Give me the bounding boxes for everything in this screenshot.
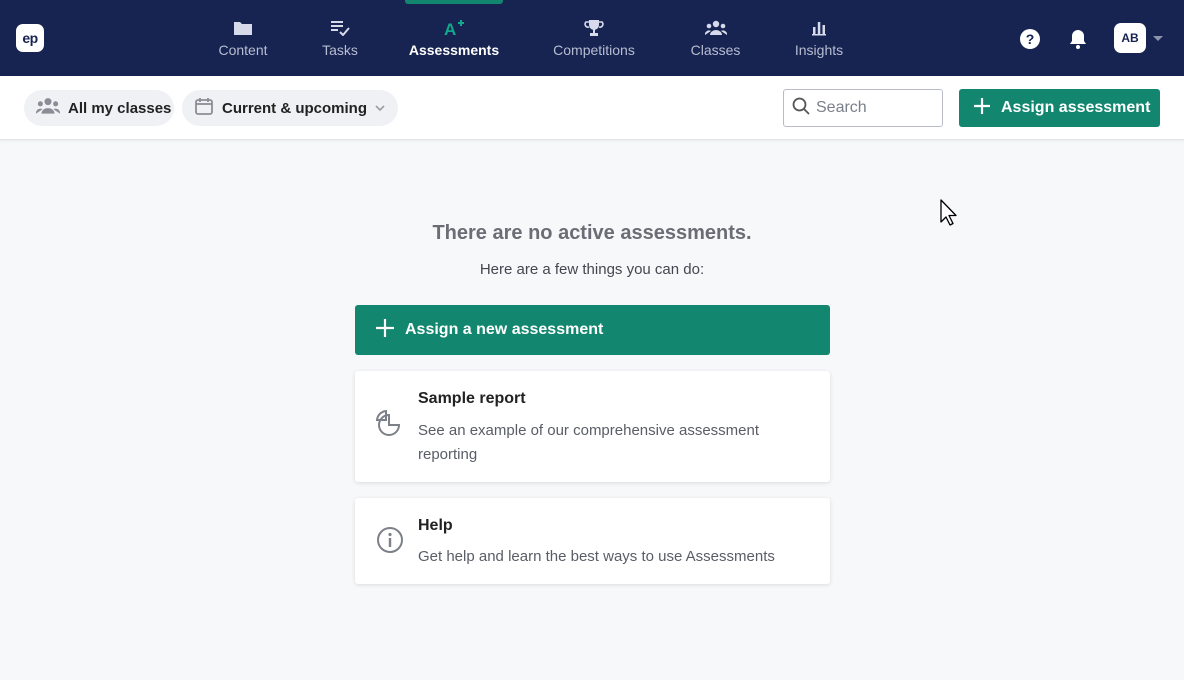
sample-report-card[interactable]: Sample report See an example of our comp… <box>355 371 830 482</box>
search-field[interactable] <box>783 89 943 127</box>
nav-item-classes[interactable]: Classes <box>690 0 741 76</box>
pie-chart-icon <box>375 409 405 439</box>
svg-text:A: A <box>444 20 456 37</box>
nav-item-insights[interactable]: Insights <box>794 0 844 76</box>
chevron-down-icon <box>375 99 385 117</box>
class-filter-label: All my classes <box>68 99 172 117</box>
nav-label-insights: Insights <box>794 42 844 58</box>
nav-label-content: Content <box>218 42 268 58</box>
plus-icon <box>375 318 395 343</box>
help-title: Help <box>418 517 453 534</box>
search-input[interactable] <box>816 99 926 117</box>
user-avatar[interactable]: AB <box>1114 23 1146 53</box>
help-icon[interactable]: ? <box>1019 28 1041 50</box>
class-filter-button[interactable]: All my classes <box>24 90 174 126</box>
sample-report-description: See an example of our comprehensive asse… <box>418 422 760 463</box>
assign-assessment-label: Assign assessment <box>1001 99 1151 116</box>
tasks-icon <box>330 18 350 38</box>
nav-item-tasks[interactable]: Tasks <box>322 0 358 76</box>
mouse-cursor-icon <box>940 199 962 227</box>
top-navigation-bar: ep Content Tasks A Assessments Competiti… <box>0 0 1184 76</box>
nav-item-content[interactable]: Content <box>217 0 269 76</box>
bell-icon[interactable] <box>1068 28 1090 50</box>
folder-icon <box>233 18 253 38</box>
assign-assessment-button[interactable]: Assign assessment <box>959 89 1160 127</box>
chevron-down-icon[interactable] <box>1153 36 1163 41</box>
empty-state-title: There are no active assessments. <box>432 222 752 244</box>
info-icon <box>375 525 405 555</box>
nav-item-assessments[interactable]: A Assessments <box>405 0 503 76</box>
empty-state-subtitle: Here are a few things you can do: <box>479 261 705 278</box>
ep-logo[interactable]: ep <box>16 24 44 52</box>
nav-label-tasks: Tasks <box>322 42 358 58</box>
help-card[interactable]: Help Get help and learn the best ways to… <box>355 498 830 584</box>
sample-report-title: Sample report <box>418 390 526 407</box>
date-filter-dropdown[interactable]: Current & upcoming <box>182 90 398 126</box>
search-icon <box>792 97 810 120</box>
nav-label-competitions: Competitions <box>553 42 635 58</box>
people-icon <box>704 18 727 38</box>
help-description: Get help and learn the best ways to use … <box>418 548 775 565</box>
calendar-icon <box>194 96 214 121</box>
assessment-icon: A <box>443 18 465 38</box>
filter-toolbar: All my classes Current & upcoming Assign… <box>0 76 1184 140</box>
trophy-icon <box>584 18 604 38</box>
nav-label-assessments: Assessments <box>408 42 500 58</box>
plus-icon <box>973 97 991 120</box>
people-icon <box>35 97 61 120</box>
svg-text:?: ? <box>1026 31 1035 47</box>
nav-label-classes: Classes <box>690 42 741 58</box>
date-filter-label: Current & upcoming <box>222 99 367 117</box>
bar-chart-icon <box>811 18 827 38</box>
assign-new-assessment-label: Assign a new assessment <box>405 321 604 338</box>
assign-new-assessment-button[interactable]: Assign a new assessment <box>355 305 830 355</box>
nav-item-competitions[interactable]: Competitions <box>551 0 637 76</box>
